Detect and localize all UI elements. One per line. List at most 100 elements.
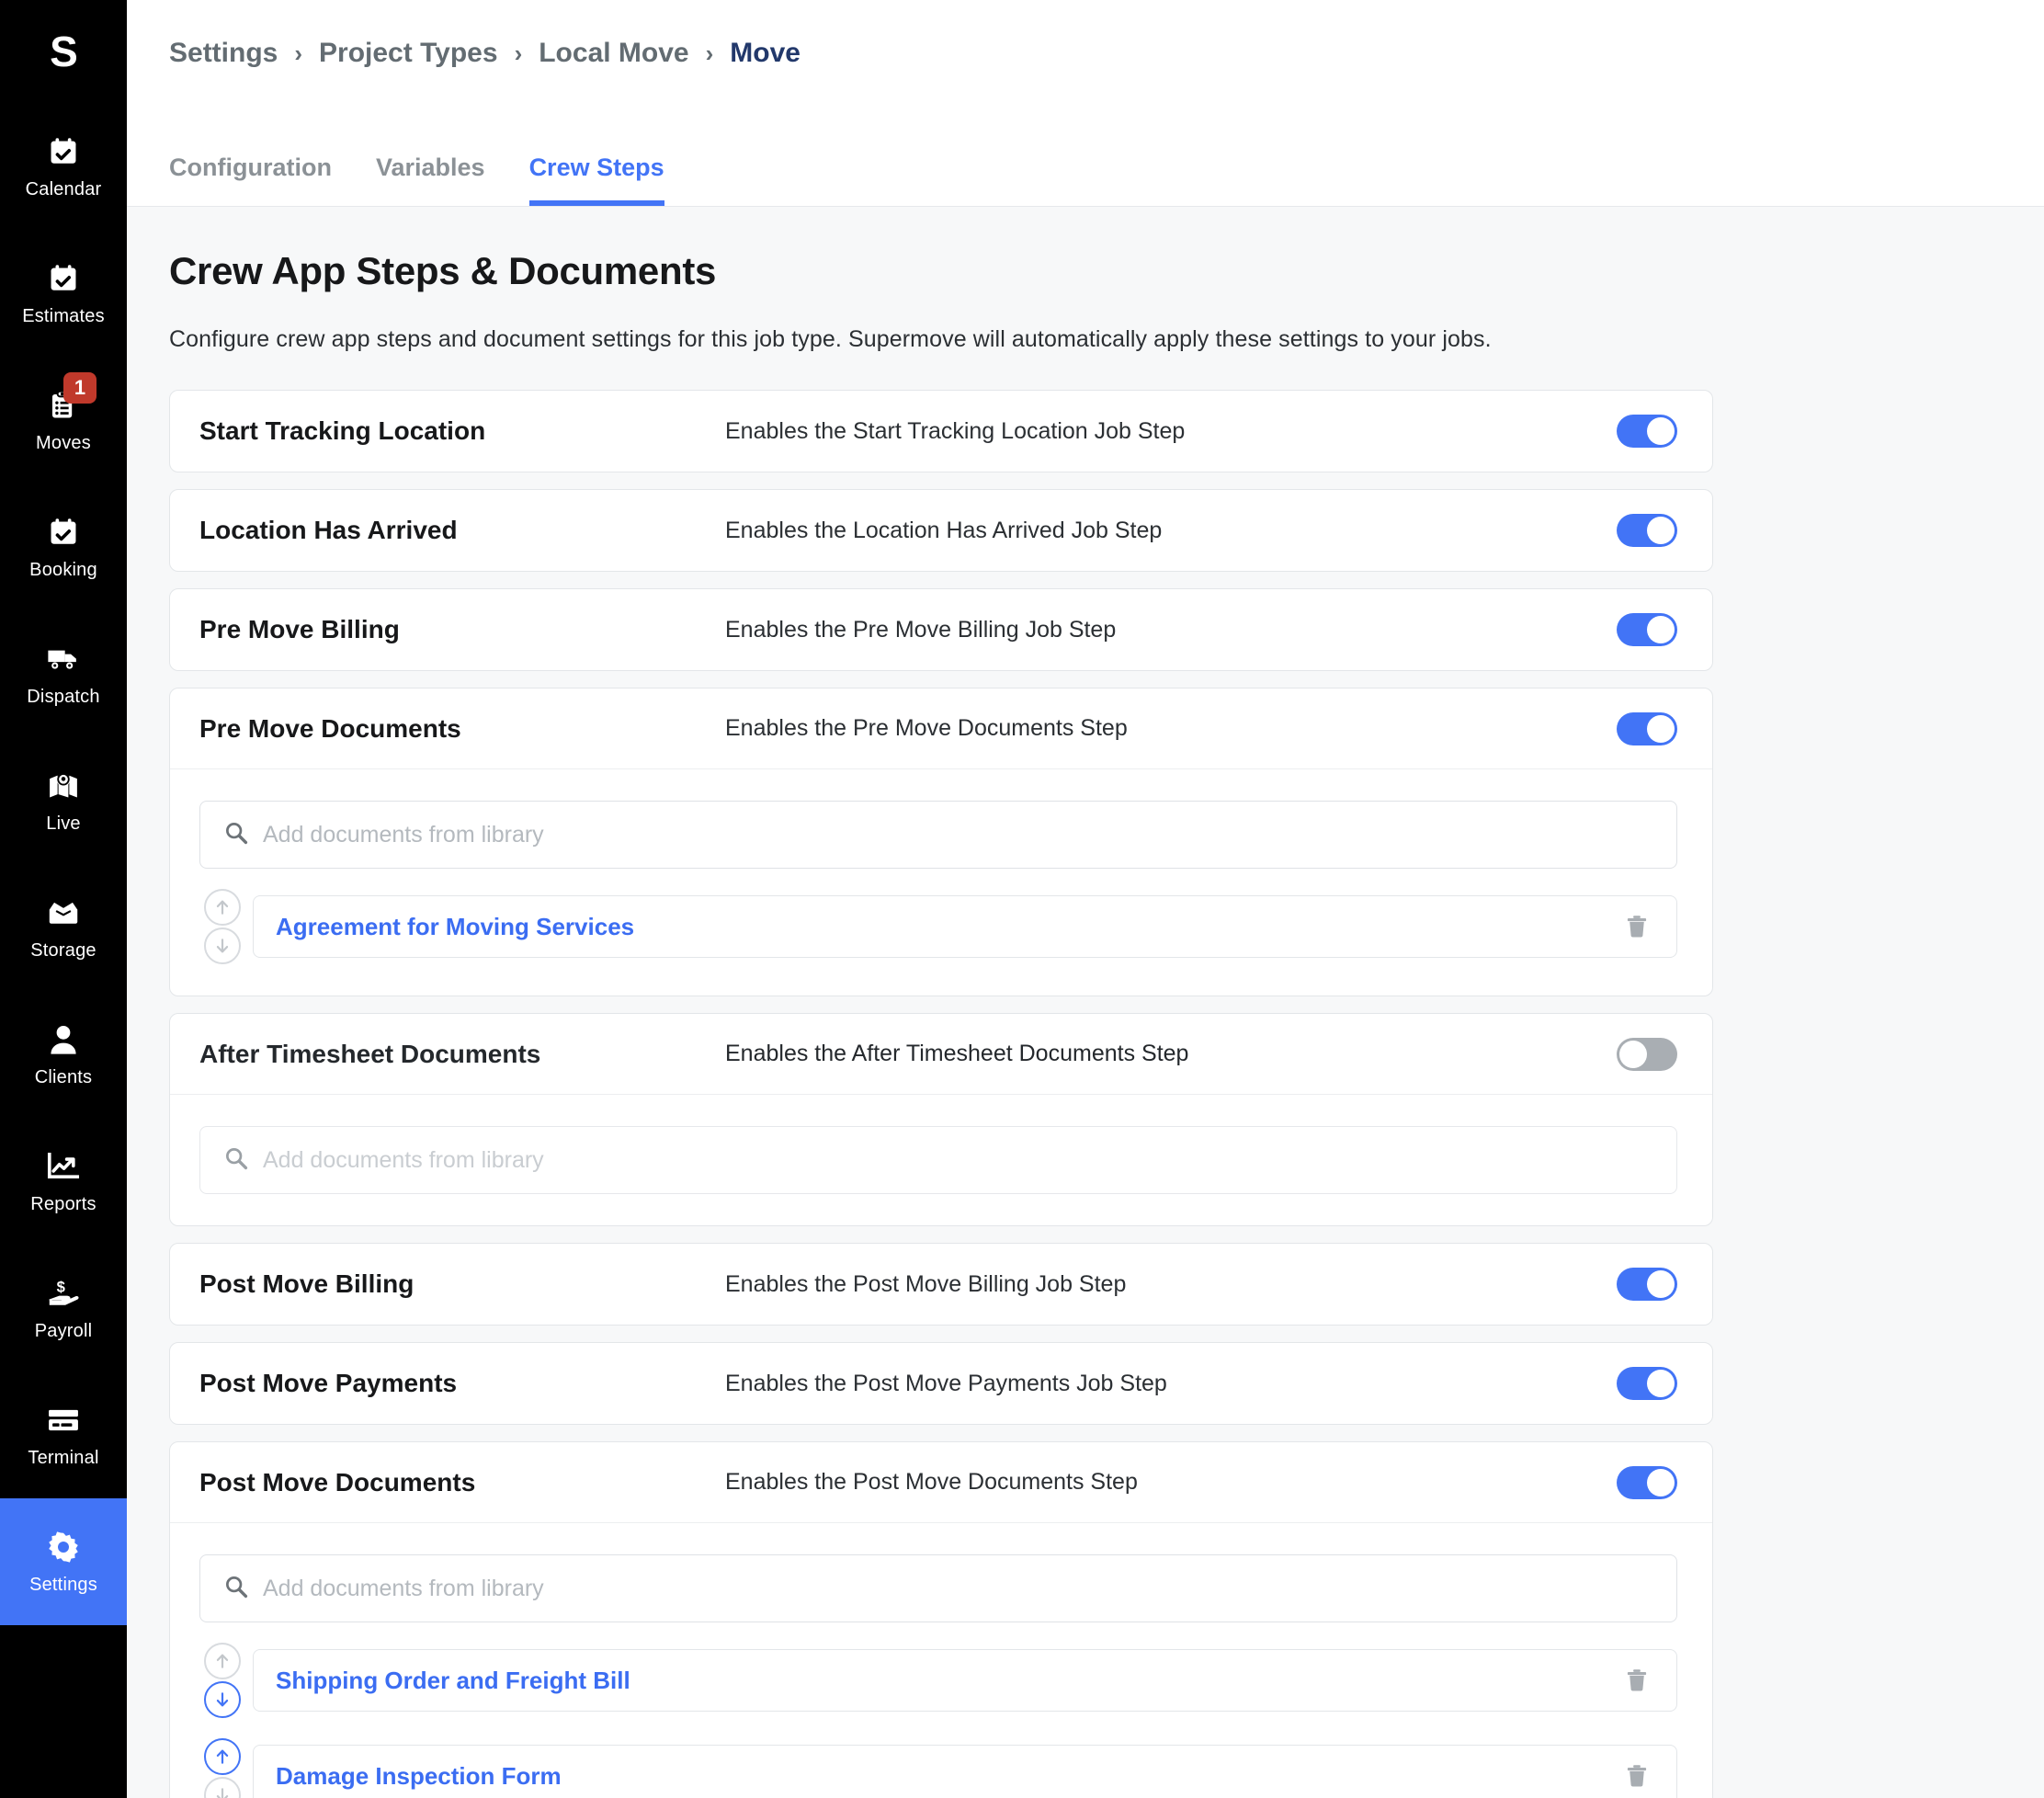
step-header: Start Tracking Location Enables the Start… <box>170 391 1712 472</box>
document-row: Agreement for Moving Services <box>199 889 1677 964</box>
search-icon <box>224 1575 248 1603</box>
sidebar-item-payroll[interactable]: $ Payroll <box>0 1245 127 1371</box>
step-description: Enables the Location Has Arrived Job Ste… <box>725 517 1163 543</box>
toggle-knob <box>1647 1370 1675 1397</box>
document-name-link[interactable]: Agreement for Moving Services <box>276 913 634 941</box>
sidebar-item-label: Live <box>46 813 81 834</box>
toggle-knob <box>1647 1270 1675 1298</box>
app-logo[interactable]: S <box>0 0 127 103</box>
sidebar-item-label: Moves <box>36 432 91 453</box>
sidebar-item-estimates[interactable]: Estimates <box>0 230 127 357</box>
sidebar-item-storage[interactable]: Storage <box>0 864 127 991</box>
trash-icon[interactable] <box>1621 911 1652 942</box>
gear-icon <box>45 1529 82 1565</box>
map-pin-icon <box>45 768 82 804</box>
sidebar-item-label: Storage <box>30 939 97 961</box>
step-toggle-after-timesheet-documents[interactable] <box>1617 1037 1677 1071</box>
step-name: Location Has Arrived <box>199 516 458 544</box>
sidebar-item-label: Dispatch <box>27 686 100 707</box>
calendar-check-icon <box>45 514 82 551</box>
sidebar-nav-list: Calendar Estimates 1 Moves Booking Dispatch Li… <box>0 103 127 1625</box>
tab-configuration[interactable]: Configuration <box>169 154 332 206</box>
reorder-controls <box>199 1738 245 1798</box>
sidebar-item-booking[interactable]: Booking <box>0 484 127 610</box>
sidebar-item-calendar[interactable]: Calendar <box>0 103 127 230</box>
reorder-controls <box>199 889 245 964</box>
step-card-start-tracking-location: Start Tracking Location Enables the Start… <box>169 390 1713 472</box>
step-header: After Timesheet Documents Enables the Aft… <box>170 1014 1712 1095</box>
breadcrumb-separator-icon: › <box>514 40 523 67</box>
trash-icon[interactable] <box>1621 1665 1652 1696</box>
step-header: Post Move Billing Enables the Post Move B… <box>170 1244 1712 1325</box>
person-icon <box>45 1021 82 1058</box>
step-name: Post Move Billing <box>199 1269 414 1298</box>
document-item: Damage Inspection Form <box>253 1745 1677 1798</box>
step-card-post-move-documents: Post Move Documents Enables the Post Move… <box>169 1441 1713 1798</box>
trash-icon[interactable] <box>1621 1760 1652 1792</box>
step-toggle-pre-move-documents[interactable] <box>1617 711 1677 745</box>
sidebar-item-label: Payroll <box>34 1320 93 1341</box>
step-documents-body: Add documents from library <box>170 1095 1712 1225</box>
breadcrumb-item-2[interactable]: Local Move <box>539 38 688 69</box>
step-toggle-start-tracking-location[interactable] <box>1617 415 1677 448</box>
sidebar-item-label: Booking <box>29 559 97 580</box>
sidebar-item-terminal[interactable]: Terminal <box>0 1371 127 1498</box>
tab-variables[interactable]: Variables <box>376 154 485 206</box>
step-header: Post Move Documents Enables the Post Move… <box>170 1442 1712 1523</box>
sidebar-item-label: Calendar <box>25 178 102 199</box>
move-down-button <box>204 1777 241 1798</box>
step-header: Post Move Payments Enables the Post Move … <box>170 1343 1712 1424</box>
document-search-input[interactable]: Add documents from library <box>199 801 1677 869</box>
sidebar-item-settings[interactable]: Settings <box>0 1498 127 1625</box>
step-description: Enables the Post Move Documents Step <box>725 1469 1138 1495</box>
document-item: Shipping Order and Freight Bill <box>253 1649 1677 1712</box>
move-up-button <box>204 1643 241 1679</box>
tab-crew-steps[interactable]: Crew Steps <box>528 154 664 206</box>
document-row: Damage Inspection Form <box>199 1738 1677 1798</box>
move-up-button[interactable] <box>204 1738 241 1775</box>
reorder-controls <box>199 1643 245 1718</box>
step-toggle-pre-move-billing[interactable] <box>1617 613 1677 646</box>
move-down-button <box>204 927 241 964</box>
calendar-check-icon <box>45 133 82 170</box>
page-title: Crew App Steps & Documents <box>169 249 717 292</box>
crew-steps-list: Start Tracking Location Enables the Start… <box>169 390 2044 1798</box>
tab-bar: Configuration Variables Crew Steps <box>169 107 2044 206</box>
step-toggle-post-move-billing[interactable] <box>1617 1268 1677 1301</box>
step-name: Start Tracking Location <box>199 416 486 445</box>
toggle-knob <box>1619 1040 1647 1068</box>
card-reader-icon <box>45 1402 82 1439</box>
breadcrumb-item-0[interactable]: Settings <box>169 38 278 69</box>
step-documents-body: Add documents from library Agreement for … <box>170 769 1712 996</box>
breadcrumb-item-1[interactable]: Project Types <box>319 38 498 69</box>
step-toggle-post-move-documents[interactable] <box>1617 1465 1677 1499</box>
search-placeholder: Add documents from library <box>263 1146 544 1173</box>
step-description: Enables the After Timesheet Documents St… <box>725 1041 1189 1066</box>
step-header: Pre Move Billing Enables the Pre Move Bil… <box>170 589 1712 670</box>
step-description: Enables the Start Tracking Location Job … <box>725 417 1186 444</box>
document-search-input[interactable]: Add documents from library <box>199 1126 1677 1194</box>
step-card-pre-move-documents: Pre Move Documents Enables the Pre Move D… <box>169 688 1713 996</box>
toggle-knob <box>1647 517 1675 544</box>
sidebar-item-label: Settings <box>29 1574 97 1595</box>
document-name-link[interactable]: Shipping Order and Freight Bill <box>276 1667 630 1695</box>
sidebar-item-clients[interactable]: Clients <box>0 991 127 1118</box>
search-icon <box>224 1146 248 1175</box>
document-name-link[interactable]: Damage Inspection Form <box>276 1762 562 1791</box>
sidebar-item-label: Clients <box>34 1066 93 1087</box>
page-content: Crew App Steps & Documents Configure cre… <box>127 207 2044 1798</box>
page-subtitle: Configure crew app steps and document se… <box>169 326 1492 352</box>
step-toggle-post-move-payments[interactable] <box>1617 1367 1677 1400</box>
document-search-input[interactable]: Add documents from library <box>199 1554 1677 1622</box>
search-placeholder: Add documents from library <box>263 821 544 848</box>
step-description: Enables the Post Move Payments Job Step <box>725 1370 1167 1396</box>
move-down-button[interactable] <box>204 1681 241 1718</box>
svg-text:$: $ <box>57 1278 65 1295</box>
toggle-knob <box>1647 616 1675 643</box>
sidebar-item-live[interactable]: Live <box>0 737 127 864</box>
sidebar-item-dispatch[interactable]: Dispatch <box>0 610 127 737</box>
step-card-location-has-arrived: Location Has Arrived Enables the Location… <box>169 489 1713 572</box>
step-toggle-location-has-arrived[interactable] <box>1617 514 1677 547</box>
sidebar-item-reports[interactable]: Reports <box>0 1118 127 1245</box>
sidebar-item-moves[interactable]: 1 Moves <box>0 357 127 484</box>
